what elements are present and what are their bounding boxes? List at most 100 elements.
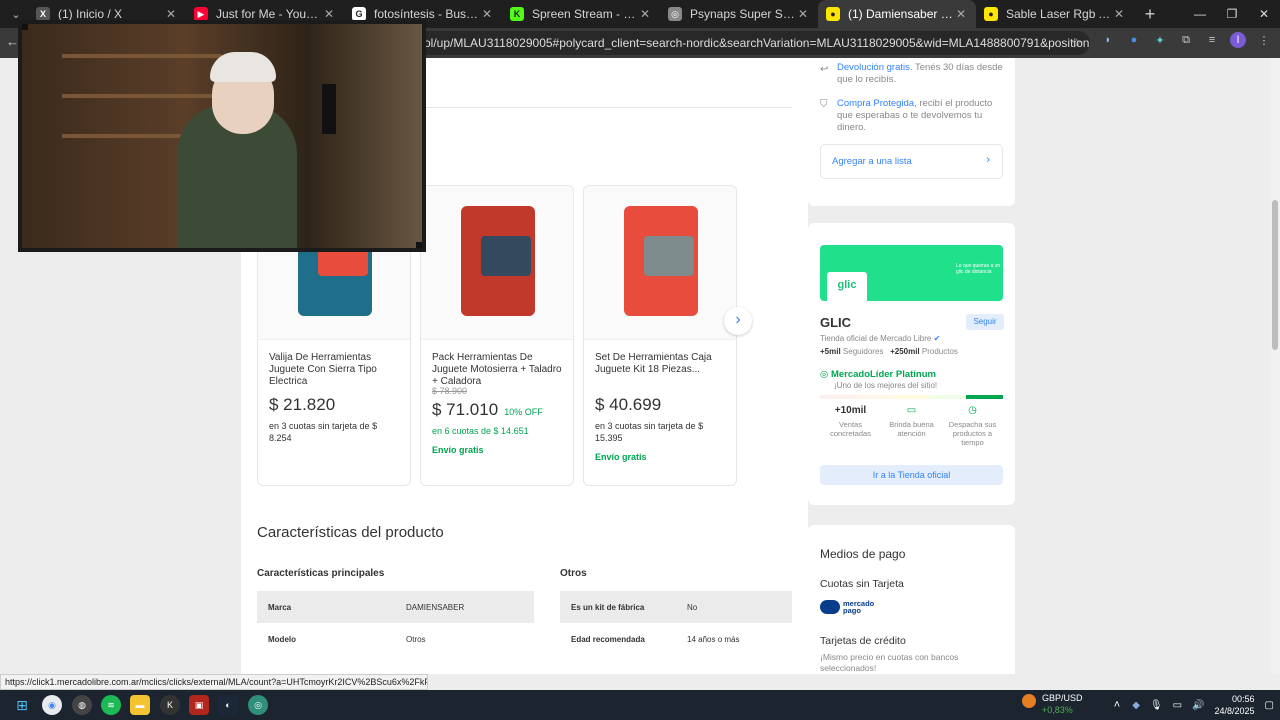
free-return-link[interactable]: Devolución gratis. (837, 62, 913, 73)
microphone (322, 84, 336, 134)
store-name: GLIC (820, 315, 852, 330)
spotify-icon[interactable]: ≋ (101, 695, 121, 715)
close-tab-icon[interactable]: ✕ (164, 7, 178, 21)
window-controls: — ❐ ✕ (1184, 0, 1280, 28)
credit-cards-subtitle: ¡Mismo precio en cuotas con bancos selec… (820, 652, 959, 673)
tab-label: Just for Me - YouTube Music (216, 7, 322, 21)
go-to-store-button[interactable]: Ir a la Tienda oficial (820, 465, 1003, 485)
free-shipping: Envío gratis (432, 445, 484, 455)
extension-icon[interactable]: ● (1126, 32, 1142, 48)
profile-avatar[interactable]: I (1230, 32, 1246, 48)
handshake-icon (820, 600, 840, 614)
new-tab-button[interactable]: + (1140, 4, 1160, 25)
google-icon: G (352, 7, 366, 21)
discount-label: 10% OFF (504, 407, 543, 417)
tab-label: fotosíntesis - Buscar con Google (374, 7, 480, 21)
product-image[interactable] (421, 186, 573, 340)
store-banner-text: Lo que quieras a un glic de distancia (956, 263, 1001, 275)
shield-icon: ⛉ (820, 99, 828, 110)
app-icon[interactable]: ▣ (189, 695, 209, 715)
beanie (210, 52, 276, 82)
media-icon[interactable]: ≡ (1204, 32, 1220, 48)
url-text: ol/up/MLAU3118029005#polycard_client=sea… (424, 36, 1090, 50)
tab-3[interactable]: K Spreen Stream - Watch Live on Kick✕ (502, 0, 660, 28)
notification-icon[interactable]: ▢ (1265, 700, 1274, 711)
ticker-label: GBP/USD (1042, 693, 1083, 703)
spec-value: 14 años o más (687, 634, 740, 644)
free-return-text: Devolución gratis. Tenés 30 días desde q… (837, 62, 1003, 85)
main-specs-title: Características principales (257, 568, 385, 579)
chat-icon: ▭ (906, 405, 917, 416)
protected-purchase-link[interactable]: Compra Protegida, (837, 98, 917, 109)
tab-6[interactable]: ● Sable Laser Rgb Apto Combate✕ (976, 0, 1134, 28)
add-to-list-button[interactable]: Agregar a una lista › (820, 144, 1003, 179)
chrome-icon[interactable]: ◉ (42, 695, 62, 715)
clock[interactable]: 00:56 24/8/2025 (1215, 693, 1255, 717)
app-icon[interactable]: K (160, 695, 180, 715)
spec-key: Edad recomendada (571, 634, 645, 644)
follow-button[interactable]: Seguir (966, 314, 1004, 330)
globe-icon: ◎ (668, 7, 682, 21)
close-tab-icon[interactable]: ✕ (954, 7, 968, 21)
main-specs-table: Marca DAMIENSABER Modelo Otros (257, 591, 534, 655)
puzzle-icon[interactable]: ⧉ (1178, 32, 1194, 48)
tab-label: Sable Laser Rgb Apto Combate (1006, 7, 1112, 21)
minimize-icon[interactable]: — (1184, 0, 1216, 28)
globe-icon[interactable]: ◎ (248, 695, 268, 715)
product-card[interactable]: Set De Herramientas Caja Juguete Kit 18 … (583, 185, 737, 486)
restore-icon[interactable]: ❐ (1216, 0, 1248, 28)
chevron-up-icon[interactable]: ˄ (1114, 699, 1120, 711)
store-banner: glic Lo que quieras a un glic de distanc… (820, 245, 1003, 301)
product-title[interactable]: Set De Herramientas Caja Juguete Kit 18 … (584, 340, 736, 380)
store-card: glic Lo que quieras a un glic de distanc… (808, 223, 1015, 505)
mercadolibre-icon: ● (984, 7, 998, 21)
status-link-url: https://click1.mercadolibre.com.ar/mclic… (0, 674, 428, 690)
installments: en 3 cuotas sin tarjeta de $ 8.254 (269, 421, 378, 443)
store-counts: +5mil Seguidores +250mil Productos (820, 347, 958, 356)
other-specs-table: Es un kit de fábrica No Edad recomendada 14… (560, 591, 792, 655)
purchase-info-card: ↩ Devolución gratis. Tenés 30 días desde… (808, 58, 1015, 206)
mercadolibre-icon: ● (826, 7, 840, 21)
carousel-next-button[interactable]: › (724, 307, 752, 335)
page-scrollbar[interactable] (1270, 58, 1280, 674)
spec-row: Modelo Otros (257, 623, 534, 655)
extension-icon[interactable]: ◗ (1100, 32, 1116, 48)
product-title[interactable]: Valija De Herramientas Juguete Con Sierr… (258, 340, 410, 387)
close-tab-icon[interactable]: ✕ (1112, 7, 1126, 21)
windows-start-icon[interactable]: ⊞ (12, 695, 32, 715)
spec-key: Marca (268, 602, 292, 612)
close-window-icon[interactable]: ✕ (1248, 0, 1280, 28)
tab-5[interactable]: ● (1) Damiensaber Xenopixel V3 Sable✕ (818, 0, 976, 28)
close-tab-icon[interactable]: ✕ (480, 7, 494, 21)
tab-label: Spreen Stream - Watch Live on Kick (532, 7, 638, 21)
tab-label: Psynaps Super Stream System (690, 7, 796, 21)
monitor-icon[interactable]: ▭ (1173, 700, 1182, 711)
webcam-overlay (18, 20, 426, 252)
tray-app-icon[interactable]: ◆ (1132, 700, 1140, 711)
other-specs-title: Otros (560, 568, 587, 579)
close-tab-icon[interactable]: ✕ (322, 7, 336, 21)
steam-icon[interactable]: ◐ (218, 695, 238, 715)
official-store-label: Tienda oficial de Mercado Libre ✔ (820, 334, 941, 343)
product-card[interactable]: Pack Herramientas De Juguete Motosierra … (420, 185, 574, 486)
spec-value: No (687, 602, 698, 612)
obs-icon[interactable]: ◍ (72, 695, 92, 715)
bookmark-star-icon[interactable]: ☆ (1071, 31, 1082, 55)
ticker-icon (1022, 694, 1036, 708)
product-title[interactable]: Pack Herramientas De Juguete Motosierra … (421, 340, 573, 387)
close-tab-icon[interactable]: ✕ (638, 7, 652, 21)
speaker-icon[interactable]: 🔊 (1192, 700, 1204, 711)
address-bar[interactable]: ol/up/MLAU3118029005#polycard_client=sea… (410, 31, 1090, 55)
product-image[interactable] (584, 186, 736, 340)
spec-row: Es un kit de fábrica No (560, 591, 792, 623)
windows-taskbar: ⊞ ◉ ◍ ≋ ▬ K ▣ ◐ ◎ GBP/USD +0,83% ˄ ◆ 🎙 ▭… (0, 690, 1280, 720)
scrollbar-thumb[interactable] (1272, 200, 1278, 350)
microphone-icon[interactable]: 🎙 (1150, 700, 1163, 711)
extension-icon[interactable]: ✦ (1152, 32, 1168, 48)
system-tray: ˄ ◆ 🎙 ▭ 🔊 00:56 24/8/2025 ▢ (1114, 690, 1280, 720)
spec-row: Marca DAMIENSABER (257, 591, 534, 623)
menu-dots-icon[interactable]: ⋮ (1256, 32, 1272, 48)
tab-4[interactable]: ◎ Psynaps Super Stream System✕ (660, 0, 818, 28)
folder-icon[interactable]: ▬ (130, 695, 150, 715)
close-tab-icon[interactable]: ✕ (796, 7, 810, 21)
